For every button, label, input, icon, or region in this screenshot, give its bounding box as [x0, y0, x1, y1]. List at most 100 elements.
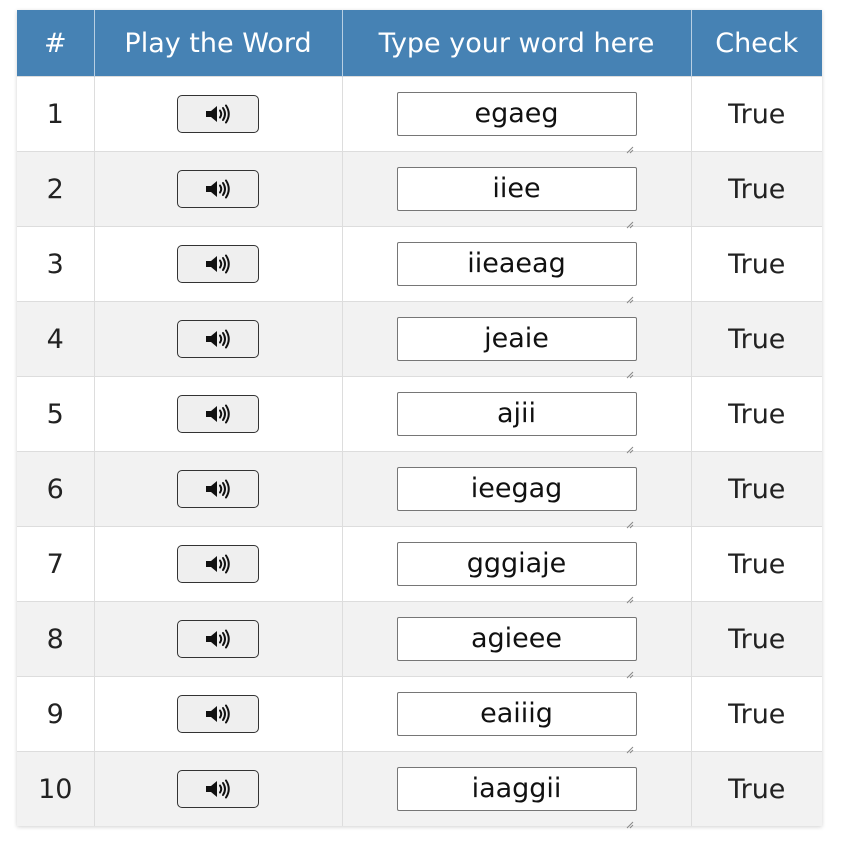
word-input[interactable]: iaaggii: [396, 767, 637, 829]
speaker-icon: [204, 103, 232, 125]
word-cell: iaaggii: [342, 751, 692, 829]
check-cell: True: [691, 526, 822, 602]
play-cell: [94, 301, 343, 377]
table-row: 7 gggiaje True: [17, 526, 822, 604]
row-number: 5: [17, 376, 95, 452]
check-result: True: [728, 248, 786, 280]
word-input[interactable]: egaeg: [396, 92, 637, 154]
word-input-value: jeaie: [484, 323, 549, 354]
speaker-icon: [204, 328, 232, 350]
word-input-value: ajii: [496, 398, 537, 429]
word-input-value: iiee: [492, 173, 541, 204]
check-result: True: [728, 98, 786, 130]
play-word-button[interactable]: [177, 170, 259, 208]
row-number: 9: [17, 676, 95, 752]
word-input-value: egaeg: [474, 98, 559, 129]
word-input[interactable]: gggiaje: [396, 542, 637, 604]
play-cell: [94, 151, 343, 227]
play-word-button[interactable]: [177, 95, 259, 133]
word-input[interactable]: jeaie: [396, 317, 637, 379]
resize-grip-icon[interactable]: [626, 275, 634, 304]
play-word-button[interactable]: [177, 470, 259, 508]
table-row: 3 iieaeag True: [17, 226, 822, 304]
check-cell: True: [691, 301, 822, 377]
play-cell: [94, 376, 343, 452]
word-input-value: gggiaje: [466, 548, 567, 579]
table-row: 8 agieee True: [17, 601, 822, 679]
check-cell: True: [691, 451, 822, 527]
word-cell: eaiiig: [342, 676, 692, 754]
play-word-button[interactable]: [177, 620, 259, 658]
resize-grip-icon[interactable]: [626, 200, 634, 229]
resize-grip-icon[interactable]: [626, 650, 634, 679]
resize-grip-icon[interactable]: [626, 425, 634, 454]
word-input-value: iieaeag: [467, 248, 566, 279]
row-number: 3: [17, 226, 95, 302]
row-number: 4: [17, 301, 95, 377]
word-input[interactable]: eaiiig: [396, 692, 637, 754]
resize-grip-icon[interactable]: [626, 500, 634, 529]
word-cell: egaeg: [342, 76, 692, 154]
word-input[interactable]: iiee: [396, 167, 637, 229]
speaker-icon: [204, 178, 232, 200]
play-cell: [94, 751, 343, 826]
play-word-button[interactable]: [177, 320, 259, 358]
header-number: #: [17, 10, 95, 77]
word-cell: gggiaje: [342, 526, 692, 604]
resize-grip-icon[interactable]: [626, 725, 634, 754]
speaker-icon: [204, 628, 232, 650]
word-input[interactable]: ajii: [396, 392, 637, 454]
check-result: True: [728, 548, 786, 580]
row-number: 7: [17, 526, 95, 602]
play-cell: [94, 76, 343, 152]
play-word-button[interactable]: [177, 770, 259, 808]
table-row: 6 ieegag True: [17, 451, 822, 529]
word-input-value: iaaggii: [471, 773, 562, 804]
resize-grip-icon[interactable]: [626, 800, 634, 829]
header-play: Play the Word: [94, 10, 343, 77]
check-cell: True: [691, 751, 822, 826]
speaker-icon: [204, 553, 232, 575]
row-number: 10: [17, 751, 95, 826]
word-input[interactable]: ieegag: [396, 467, 637, 529]
play-cell: [94, 526, 343, 602]
row-number: 2: [17, 151, 95, 227]
check-cell: True: [691, 226, 822, 302]
speaker-icon: [204, 253, 232, 275]
word-cell: agieee: [342, 601, 692, 679]
resize-grip-icon[interactable]: [626, 350, 634, 379]
table-row: 1 egaeg True: [17, 76, 822, 154]
check-result: True: [728, 473, 786, 505]
check-result: True: [728, 323, 786, 355]
check-result: True: [728, 773, 786, 805]
table-row: 5 ajii True: [17, 376, 822, 454]
check-result: True: [728, 398, 786, 430]
check-result: True: [728, 623, 786, 655]
header-type: Type your word here: [342, 10, 692, 77]
play-word-button[interactable]: [177, 545, 259, 583]
word-input[interactable]: iieaeag: [396, 242, 637, 304]
play-cell: [94, 676, 343, 752]
play-cell: [94, 601, 343, 677]
table-row: 9 eaiiig True: [17, 676, 822, 754]
word-table-container: # Play the Word Type your word here Chec…: [17, 10, 822, 829]
header-check: Check: [691, 10, 822, 77]
resize-grip-icon[interactable]: [626, 125, 634, 154]
speaker-icon: [204, 478, 232, 500]
check-result: True: [728, 698, 786, 730]
play-word-button[interactable]: [177, 395, 259, 433]
word-table: # Play the Word Type your word here Chec…: [17, 10, 822, 829]
table-row: 2 iiee True: [17, 151, 822, 229]
word-cell: jeaie: [342, 301, 692, 379]
word-input[interactable]: agieee: [396, 617, 637, 679]
play-word-button[interactable]: [177, 245, 259, 283]
play-cell: [94, 451, 343, 527]
check-cell: True: [691, 151, 822, 227]
check-cell: True: [691, 376, 822, 452]
word-cell: iiee: [342, 151, 692, 229]
speaker-icon: [204, 778, 232, 800]
check-cell: True: [691, 601, 822, 677]
resize-grip-icon[interactable]: [626, 575, 634, 604]
word-input-value: eaiiig: [480, 698, 553, 729]
play-word-button[interactable]: [177, 695, 259, 733]
